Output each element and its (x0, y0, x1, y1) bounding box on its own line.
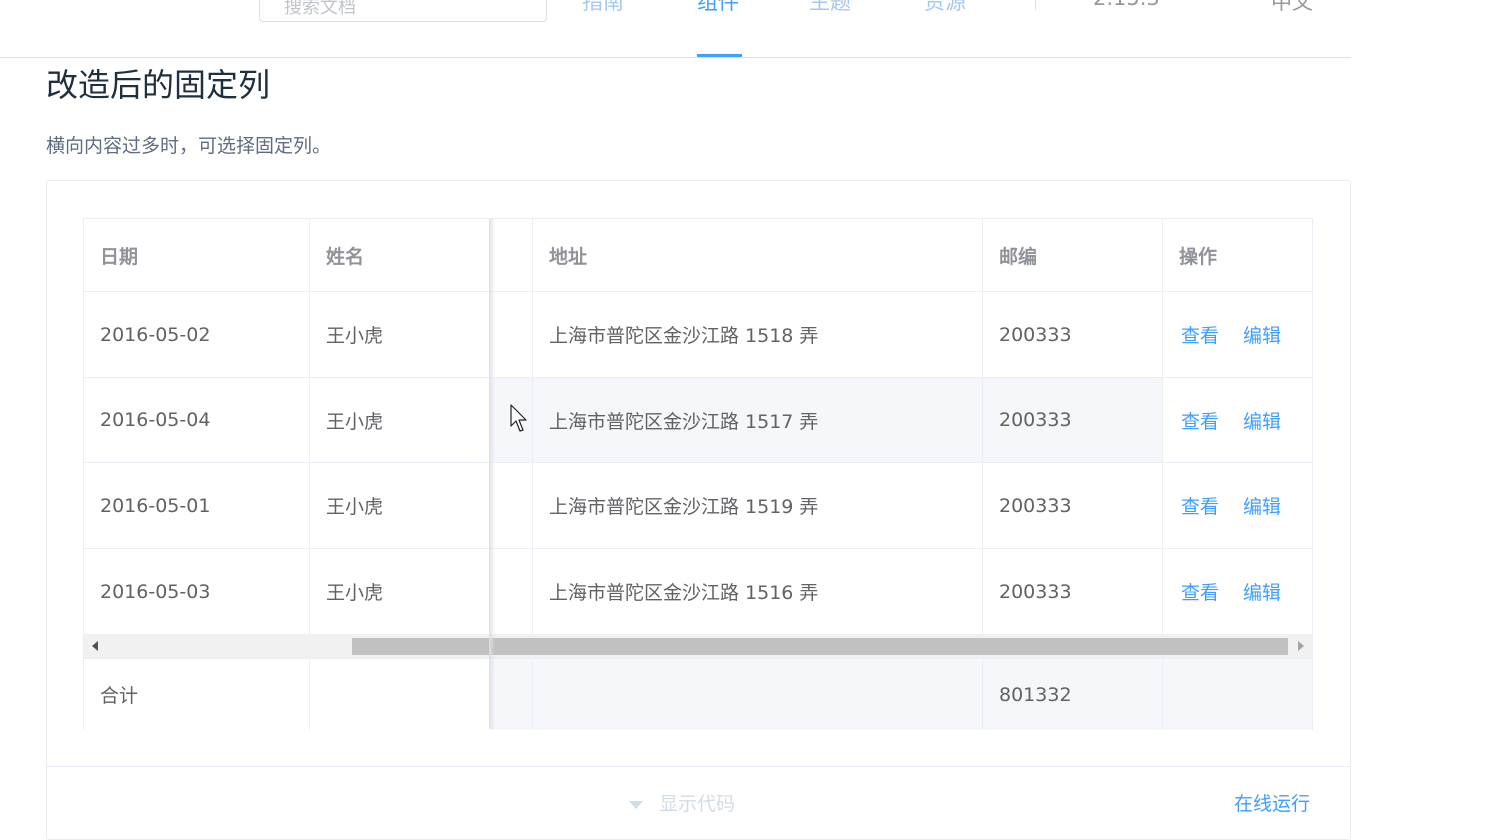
cell-zip: 200333 (983, 463, 1163, 548)
table-row: 2016-05-03 王小虎 上海市普陀区金沙江路 1516 弄 200333 … (84, 549, 1312, 634)
view-button[interactable]: 查看 (1181, 492, 1219, 519)
view-button[interactable]: 查看 (1181, 578, 1219, 605)
header-actions: 操作 (1179, 245, 1218, 268)
header-name: 姓名 (310, 219, 491, 291)
scroll-right-arrow-icon[interactable] (1298, 641, 1304, 651)
cell-gap (491, 549, 533, 634)
cell-zip: 200333 (983, 292, 1163, 377)
cell-date: 2016-05-02 (84, 292, 310, 377)
cell-name: 王小虎 (310, 378, 491, 462)
cell-address: 上海市普陀区金沙江路 1518 弄 (533, 292, 983, 377)
search-input[interactable]: 搜索文档 (259, 0, 547, 22)
cell-zip: 200333 (983, 378, 1163, 462)
table-row: 2016-05-02 王小虎 上海市普陀区金沙江路 1518 弄 200333 … (84, 292, 1312, 378)
summary-gap (491, 659, 533, 730)
nav-item-theme[interactable]: 主题 (809, 0, 851, 16)
cell-actions: 查看 编辑 (1163, 549, 1312, 634)
summary-zip-total: 801332 (983, 659, 1163, 730)
nav-item-resource[interactable]: 资源 (924, 0, 966, 16)
summary-row: 合计 801332 (84, 658, 1312, 730)
fixed-column-shadow (489, 219, 495, 729)
section-description: 横向内容过多时，可选择固定列。 (46, 135, 332, 157)
cell-actions: 查看 编辑 (1163, 463, 1312, 548)
nav-item-guide[interactable]: 指南 (582, 0, 624, 16)
cell-address: 上海市普陀区金沙江路 1519 弄 (533, 463, 983, 548)
cell-address: 上海市普陀区金沙江路 1517 弄 (533, 378, 983, 462)
cell-address: 上海市普陀区金沙江路 1516 弄 (533, 549, 983, 634)
horizontal-scrollbar[interactable] (84, 634, 1312, 658)
header-zip: 邮编 (983, 219, 1163, 291)
header-date: 日期 (84, 219, 310, 291)
fixed-column-table: 日期 姓名 地址 邮编 操作 2016-05-02 王小虎 上海市普陀区金沙江路… (83, 218, 1313, 730)
cell-date: 2016-05-04 (84, 378, 310, 462)
summary-name (310, 659, 491, 730)
section-title: 改造后的固定列 (46, 66, 271, 104)
edit-button[interactable]: 编辑 (1243, 578, 1281, 605)
cell-name: 王小虎 (310, 463, 491, 548)
cell-gap (491, 463, 533, 548)
top-navbar: 搜索文档 指南 组件 主题 资源 2.15.3 中文 (0, 0, 1351, 58)
table-row: 2016-05-01 王小虎 上海市普陀区金沙江路 1519 弄 200333 … (84, 463, 1312, 549)
mouse-cursor-icon (510, 404, 527, 432)
cell-name: 王小虎 (310, 549, 491, 634)
table-row: 2016-05-04 王小虎 上海市普陀区金沙江路 1517 弄 200333 … (84, 378, 1312, 463)
language-select[interactable]: 中文 (1271, 0, 1313, 16)
demo-footer: 显示代码 在线运行 (47, 766, 1350, 827)
edit-button[interactable]: 编辑 (1243, 321, 1281, 348)
summary-label: 合计 (84, 659, 310, 730)
table-header-row: 日期 姓名 地址 邮编 操作 (84, 219, 1312, 292)
cell-zip: 200333 (983, 549, 1163, 634)
view-button[interactable]: 查看 (1181, 407, 1219, 434)
cell-actions: 查看 编辑 (1163, 378, 1312, 462)
edit-button[interactable]: 编辑 (1243, 407, 1281, 434)
summary-address (533, 659, 983, 730)
header-address: 地址 (533, 219, 983, 291)
cell-date: 2016-05-03 (84, 549, 310, 634)
cell-date: 2016-05-01 (84, 463, 310, 548)
search-placeholder: 搜索文档 (284, 0, 356, 18)
nav-item-component[interactable]: 组件 (697, 0, 739, 16)
version-select[interactable]: 2.15.3 (1093, 0, 1160, 10)
cell-name: 王小虎 (310, 292, 491, 377)
edit-button[interactable]: 编辑 (1243, 492, 1281, 519)
header-gap (491, 219, 533, 291)
caret-down-icon (629, 800, 643, 809)
summary-actions (1163, 659, 1312, 730)
nav-active-indicator (697, 54, 742, 57)
nav-divider (1035, 0, 1036, 10)
cell-gap (491, 292, 533, 377)
cell-actions: 查看 编辑 (1163, 292, 1312, 377)
view-button[interactable]: 查看 (1181, 321, 1219, 348)
scroll-left-arrow-icon[interactable] (92, 641, 98, 651)
